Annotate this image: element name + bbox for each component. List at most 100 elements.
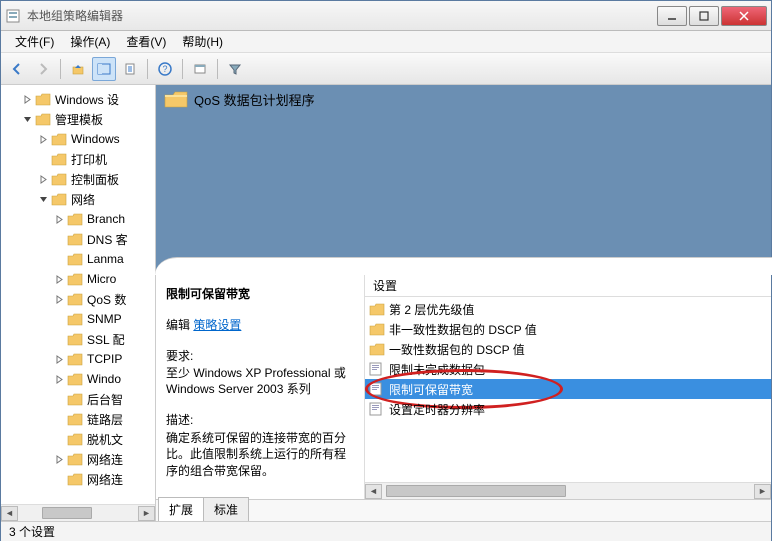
tree-item[interactable]: 网络 (1, 189, 155, 209)
expander-icon[interactable] (53, 473, 65, 485)
folder-icon (67, 412, 83, 426)
expander-icon[interactable] (53, 393, 65, 405)
tree-item[interactable]: 链路层 (1, 409, 155, 429)
expander-icon[interactable] (53, 313, 65, 325)
expander-icon[interactable] (21, 113, 33, 125)
tree-item[interactable]: TCPIP (1, 349, 155, 369)
tree-horizontal-scrollbar[interactable]: ◄ ► (1, 504, 155, 521)
expander-icon[interactable] (53, 233, 65, 245)
tree-item-label: 网络连 (87, 451, 123, 468)
settings-column-header[interactable]: 设置 (365, 275, 771, 297)
settings-list[interactable]: 第 2 层优先级值非一致性数据包的 DSCP 值一致性数据包的 DSCP 值限制… (365, 297, 771, 482)
settings-horizontal-scrollbar[interactable]: ◄ ► (365, 482, 771, 499)
tree-item[interactable]: 控制面板 (1, 169, 155, 189)
export-button[interactable] (118, 57, 142, 81)
tree-item[interactable]: Micro (1, 269, 155, 289)
scroll-left-button[interactable]: ◄ (365, 484, 382, 499)
tree-item[interactable]: Windows 设 (1, 89, 155, 109)
policy-icon (369, 402, 385, 416)
properties-button[interactable] (188, 57, 212, 81)
scroll-left-button[interactable]: ◄ (1, 506, 18, 521)
close-button[interactable] (721, 6, 767, 26)
tree-item-label: Lanma (87, 252, 124, 266)
setting-row[interactable]: 设置定时器分辨率 (365, 399, 771, 419)
tree-pane: Windows 设管理模板Windows 打印机控制面板网络Branch DNS 客… (1, 85, 156, 521)
nav-forward-button[interactable] (31, 57, 55, 81)
tree-item[interactable]: Windo (1, 369, 155, 389)
menu-help[interactable]: 帮助(H) (174, 31, 231, 52)
setting-row[interactable]: 限制未完成数据包 (365, 359, 771, 379)
expander-icon[interactable] (53, 333, 65, 345)
scroll-right-button[interactable]: ► (138, 506, 155, 521)
setting-row[interactable]: 第 2 层优先级值 (365, 299, 771, 319)
setting-row[interactable]: 一致性数据包的 DSCP 值 (365, 339, 771, 359)
expander-icon[interactable] (37, 153, 49, 165)
tree-item[interactable]: Lanma (1, 249, 155, 269)
folder-icon (67, 392, 83, 406)
scroll-right-button[interactable]: ► (754, 484, 771, 499)
titlebar: 本地组策略编辑器 (1, 1, 771, 31)
expander-icon[interactable] (53, 353, 65, 365)
folder-icon (164, 89, 188, 109)
status-text: 3 个设置 (9, 523, 55, 540)
tab-extended[interactable]: 扩展 (158, 497, 204, 521)
expander-icon[interactable] (37, 133, 49, 145)
selected-policy-title: 限制可保留带宽 (166, 285, 356, 302)
expander-icon[interactable] (21, 93, 33, 105)
help-button[interactable]: ? (153, 57, 177, 81)
tree-item-label: 打印机 (71, 151, 107, 168)
folder-icon (35, 112, 51, 126)
tree[interactable]: Windows 设管理模板Windows 打印机控制面板网络Branch DNS 客… (1, 85, 155, 493)
tree-item-label: QoS 数 (87, 291, 126, 308)
header-curve (155, 257, 772, 275)
tree-item[interactable]: 网络连 (1, 449, 155, 469)
menu-file[interactable]: 文件(F) (7, 31, 62, 52)
tree-item-label: DNS 客 (87, 231, 128, 248)
setting-row[interactable]: 非一致性数据包的 DSCP 值 (365, 319, 771, 339)
expander-icon[interactable] (37, 173, 49, 185)
expander-icon[interactable] (53, 293, 65, 305)
statusbar: 3 个设置 (1, 521, 771, 541)
setting-label: 限制未完成数据包 (389, 361, 485, 378)
minimize-button[interactable] (657, 6, 687, 26)
expander-icon[interactable] (37, 193, 49, 205)
menu-view[interactable]: 查看(V) (118, 31, 174, 52)
tree-item[interactable]: QoS 数 (1, 289, 155, 309)
expander-icon[interactable] (53, 433, 65, 445)
scroll-thumb[interactable] (386, 485, 566, 497)
tree-item[interactable]: Windows (1, 129, 155, 149)
toolbar-separator (182, 59, 183, 79)
tree-item[interactable]: 网络连 (1, 469, 155, 489)
folder-icon (67, 352, 83, 366)
tree-item[interactable]: DNS 客 (1, 229, 155, 249)
scroll-thumb[interactable] (42, 507, 92, 519)
edit-policy-link[interactable]: 策略设置 (193, 318, 241, 332)
expander-icon[interactable] (53, 413, 65, 425)
detail-area: 限制可保留带宽 编辑 策略设置 要求: 至少 Windows XP Profes… (156, 275, 771, 499)
expander-icon[interactable] (53, 273, 65, 285)
menu-action[interactable]: 操作(A) (62, 31, 118, 52)
folder-icon (369, 302, 385, 316)
nav-back-button[interactable] (5, 57, 29, 81)
tree-item[interactable]: Branch (1, 209, 155, 229)
show-hide-tree-button[interactable] (92, 57, 116, 81)
expander-icon[interactable] (53, 213, 65, 225)
tree-item[interactable]: 后台智 (1, 389, 155, 409)
tree-item[interactable]: SNMP (1, 309, 155, 329)
tree-item[interactable]: SSL 配 (1, 329, 155, 349)
window-buttons (655, 6, 767, 26)
tree-item[interactable]: 脱机文 (1, 429, 155, 449)
tabs-row: 扩展 标准 (156, 499, 771, 521)
up-folder-button[interactable] (66, 57, 90, 81)
tree-item-label: 网络 (71, 191, 95, 208)
maximize-button[interactable] (689, 6, 719, 26)
filter-button[interactable] (223, 57, 247, 81)
folder-icon (67, 272, 83, 286)
setting-row[interactable]: 限制可保留带宽 (365, 379, 771, 399)
expander-icon[interactable] (53, 373, 65, 385)
tab-standard[interactable]: 标准 (203, 497, 249, 521)
expander-icon[interactable] (53, 253, 65, 265)
expander-icon[interactable] (53, 453, 65, 465)
tree-item[interactable]: 管理模板 (1, 109, 155, 129)
tree-item[interactable]: 打印机 (1, 149, 155, 169)
